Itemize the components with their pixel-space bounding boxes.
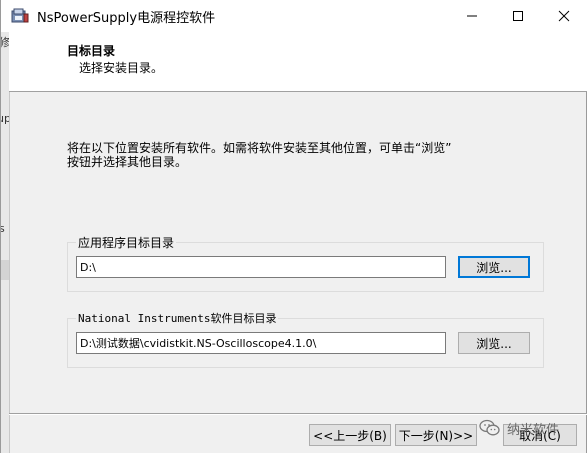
installer-app-icon	[11, 8, 29, 24]
instruction-line-2: 按钮并选择其他目录。	[67, 155, 188, 169]
maximize-icon	[513, 11, 523, 21]
ni-directory-group: National Instruments软件目标目录 浏览...	[67, 310, 544, 368]
header-panel: 目标目录 选择安装目录。	[9, 32, 587, 92]
minimize-icon	[467, 15, 477, 17]
next-button[interactable]: 下一步(N)>>	[395, 424, 477, 446]
page-subtitle: 选择安装目录。	[79, 61, 164, 75]
app-directory-input[interactable]	[76, 256, 446, 278]
app-directory-group: 应用程序目标目录 浏览...	[67, 234, 544, 292]
title-bar[interactable]: NsPowerSupply电源程控软件	[1, 0, 587, 32]
page-title: 目标目录	[67, 44, 116, 58]
ni-directory-label: National Instruments软件目标目录	[76, 310, 279, 326]
close-icon	[558, 10, 570, 22]
installer-window: NsPowerSupply电源程控软件 修 up s 目标目录 选择安装目录。 …	[0, 0, 587, 453]
ni-directory-input[interactable]	[76, 332, 446, 354]
watermark-text: 纳米软件	[507, 422, 560, 438]
watermark: 纳米软件	[479, 416, 559, 440]
window-title: NsPowerSupply电源程控软件	[37, 11, 216, 26]
instruction-text: 将在以下位置安装所有软件。如需将软件安装至其他位置，可单击“浏览” 按钮并选择其…	[67, 141, 507, 169]
ni-browse-button[interactable]: 浏览...	[458, 332, 530, 354]
app-directory-label: 应用程序目标目录	[76, 234, 177, 251]
instruction-line-1: 将在以下位置安装所有软件。如需将软件安装至其他位置，可单击“浏览”	[67, 141, 452, 155]
back-button[interactable]: <<上一步(B)	[309, 424, 391, 446]
background-window-strip: 修 up s	[1, 32, 10, 453]
background-block	[1, 260, 9, 280]
maximize-button[interactable]	[495, 0, 541, 32]
app-browse-button[interactable]: 浏览...	[458, 256, 530, 278]
close-button[interactable]	[541, 0, 587, 32]
background-text: s	[1, 222, 5, 235]
minimize-button[interactable]	[449, 0, 495, 32]
footer-divider	[9, 413, 587, 415]
wechat-icon	[479, 419, 500, 436]
background-text: up	[1, 112, 9, 125]
